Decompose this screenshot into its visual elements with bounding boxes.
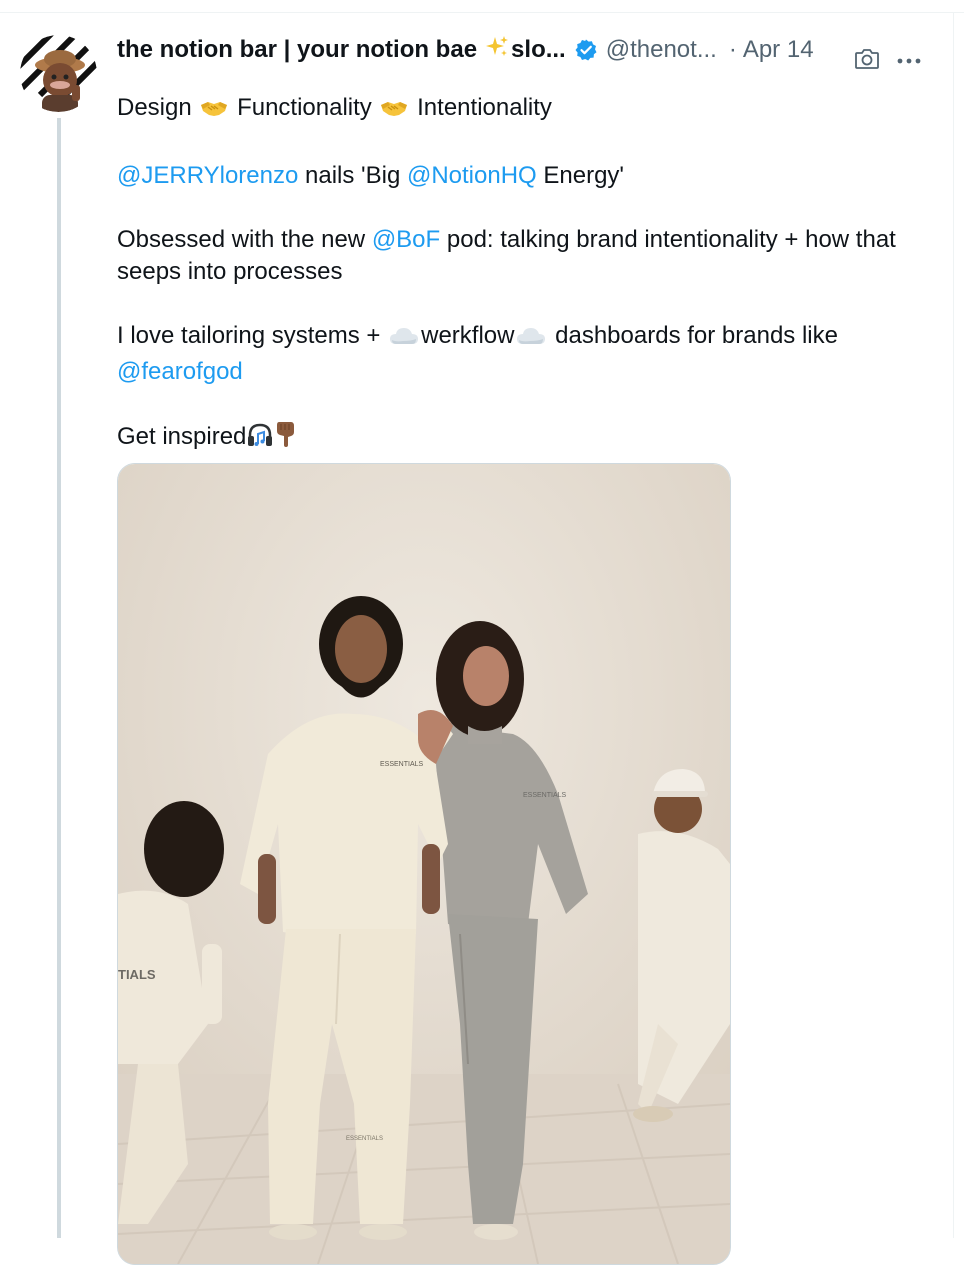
- author-name-suffix[interactable]: slo...: [511, 36, 566, 64]
- mention-jerrylorenzo[interactable]: @JERRYlorenzo: [117, 162, 298, 189]
- text-nails-big: nails 'Big: [298, 162, 407, 189]
- fashion-photo: TIALS ESSENTIALS ESSENTIALS ESSENTIALS: [118, 464, 730, 1264]
- tweet-right-border: [953, 12, 954, 1238]
- header-actions: [854, 48, 922, 75]
- mention-bof[interactable]: @BoF: [372, 226, 440, 253]
- handshake-icon: [200, 96, 228, 128]
- text-dashboards: dashboards for brands like: [548, 322, 838, 349]
- text-functionality: Functionality: [237, 94, 372, 121]
- tweet-line-systems: I love tailoring systems + werkflow dash…: [117, 320, 937, 388]
- camera-icon[interactable]: [854, 48, 880, 75]
- text-intentionality: Intentionality: [417, 94, 552, 121]
- cloud-icon: [516, 324, 546, 356]
- mention-notionhq[interactable]: @NotionHQ: [407, 162, 537, 189]
- cloud-icon: [389, 324, 419, 356]
- sparkles-icon: [485, 35, 509, 66]
- tweet-line-design: Design Functionality Intentionality: [117, 92, 937, 128]
- tweet-line-inspired: Get inspired: [117, 420, 937, 457]
- verified-badge-icon[interactable]: [574, 38, 598, 62]
- author-handle[interactable]: @thenot...: [606, 36, 717, 64]
- child-back-print: TIALS: [118, 967, 156, 982]
- text-get-inspired: Get inspired: [117, 423, 247, 450]
- text-design: Design: [117, 94, 192, 121]
- headphones-icon: [246, 422, 274, 457]
- meta-separator: ·: [728, 36, 737, 63]
- woman-sweatshirt-print: ESSENTIALS: [523, 792, 567, 799]
- text-tailoring: I love tailoring systems +: [117, 322, 388, 349]
- text-energy: Energy': [536, 162, 625, 189]
- pants-print: ESSENTIALS: [346, 1136, 383, 1142]
- tweet-header: the notion bar | your notion bae slo... …: [117, 34, 814, 66]
- author-display-name[interactable]: the notion bar | your notion bae: [117, 36, 477, 64]
- tweet-line-mentions: @JERRYlorenzo nails 'Big @NotionHQ Energ…: [117, 160, 937, 192]
- handshake-icon: [380, 96, 408, 128]
- tweet-media-photo[interactable]: TIALS ESSENTIALS ESSENTIALS ESSENTIALS: [117, 463, 731, 1265]
- text-werkflow: werkflow: [421, 322, 515, 349]
- thread-connector-line: [57, 118, 61, 1238]
- more-options-icon[interactable]: [896, 53, 922, 71]
- pointing-down-icon: [274, 420, 298, 457]
- tweet-line-bof: Obsessed with the new @BoF pod: talking …: [117, 224, 937, 288]
- tweet-top-border: [0, 12, 964, 13]
- mention-fearofgod[interactable]: @fearofgod: [117, 358, 243, 385]
- tweet-date[interactable]: Apr 14: [743, 36, 814, 64]
- man-hoodie-print: ESSENTIALS: [380, 761, 424, 768]
- text-obsessed: Obsessed with the new: [117, 226, 372, 253]
- avatar[interactable]: [20, 35, 97, 112]
- tweet-text: Design Functionality Intentionality @JER…: [117, 92, 937, 489]
- profile-avatar-image: [20, 35, 97, 112]
